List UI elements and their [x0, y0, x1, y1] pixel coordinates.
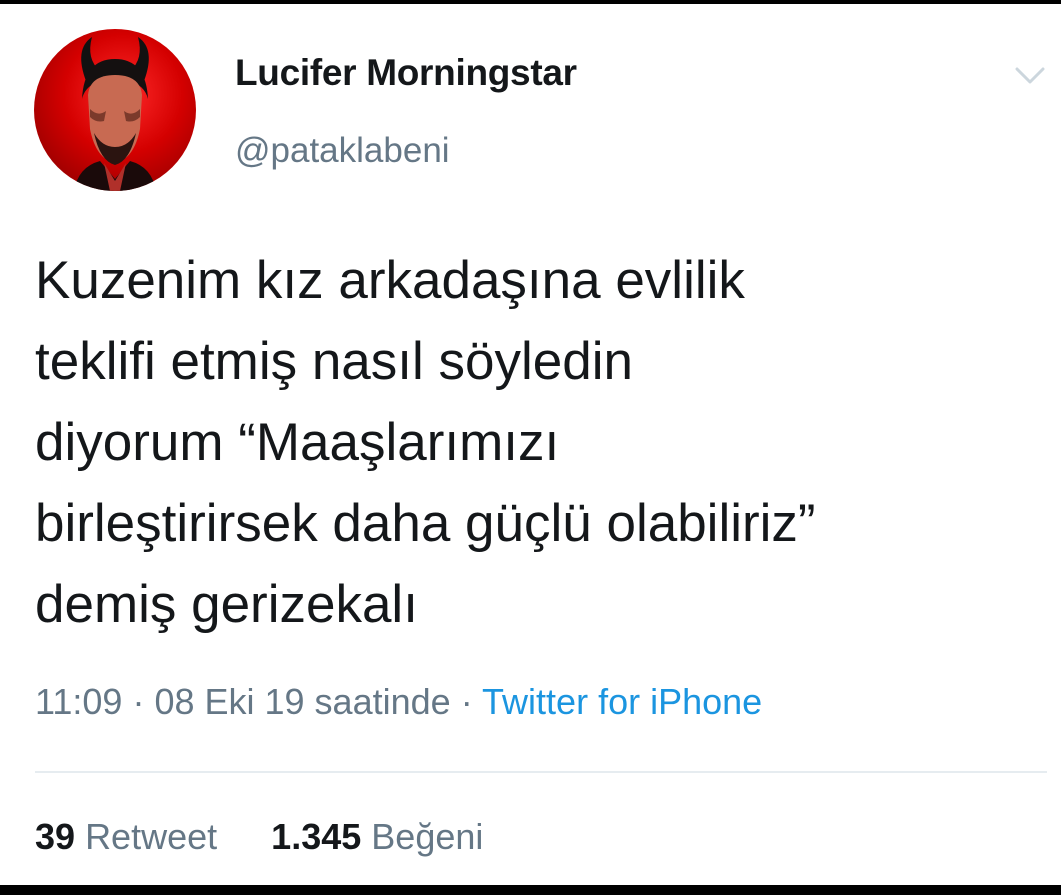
likes-stat[interactable]: 1.345 Beğeni [261, 816, 483, 857]
divider [35, 771, 1047, 773]
tweet-card: Lucifer Morningstar @pataklabeni Kuzenim… [0, 4, 1061, 885]
tweet-text-line: teklifi etmiş nasıl söyledin [35, 332, 633, 391]
display-name[interactable]: Lucifer Morningstar [235, 52, 577, 94]
retweets-stat[interactable]: 39 Retweet [35, 816, 227, 857]
tweet-text-line: diyorum “Maaşlarımızı [35, 413, 560, 472]
tweet-text-line: birleştirirsek daha güçlü olabiliriz” [35, 494, 816, 553]
tweet-source-link[interactable]: Twitter for iPhone [482, 681, 762, 722]
meta-separator: · [460, 681, 473, 722]
tweet-text-line: demiş gerizekalı [35, 575, 418, 634]
tweet-text: Kuzenim kız arkadaşına evlilik teklifi e… [35, 240, 1035, 645]
retweet-label: Retweet [85, 816, 218, 857]
chevron-down-icon[interactable] [1013, 64, 1047, 88]
tweet-time[interactable]: 11:09 [35, 681, 122, 722]
retweet-count: 39 [35, 816, 76, 857]
tweet-date[interactable]: 08 Eki 19 saatinde [154, 681, 450, 722]
avatar-image [74, 37, 156, 191]
like-count: 1.345 [271, 816, 362, 857]
like-label: Beğeni [371, 816, 484, 857]
tweet-text-line: Kuzenim kız arkadaşına evlilik [35, 251, 745, 310]
meta-separator: · [132, 681, 145, 722]
profile-avatar[interactable] [34, 29, 196, 191]
tweet-stats: 39 Retweet 1.345 Beğeni [35, 816, 483, 858]
tweet-meta: 11:09 · 08 Eki 19 saatinde · Twitter for… [35, 681, 762, 723]
user-handle[interactable]: @pataklabeni [235, 131, 450, 171]
